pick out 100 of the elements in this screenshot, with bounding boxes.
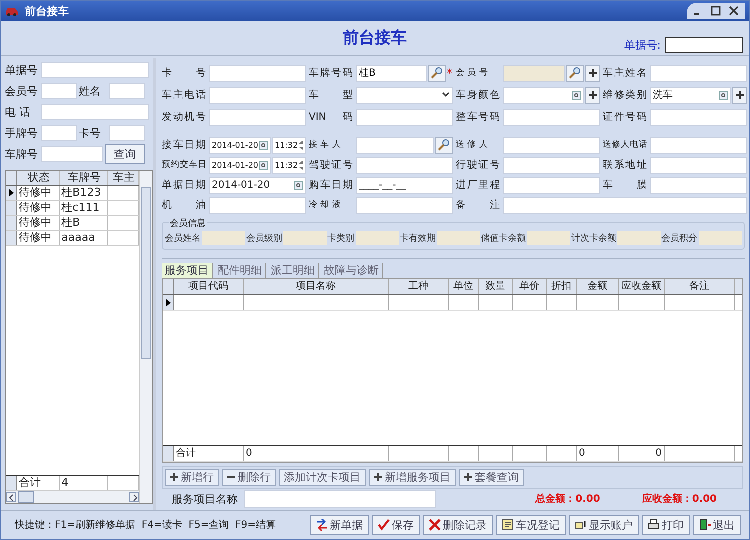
lookup-button[interactable] (566, 64, 584, 82)
text-field[interactable] (109, 125, 145, 141)
time-field[interactable]: 11:32 (272, 136, 306, 154)
doc-number-field[interactable] (665, 37, 743, 53)
table-cell: 桂B (60, 216, 108, 230)
text-field[interactable] (650, 64, 747, 82)
field-label: 预约交车日 (162, 159, 206, 171)
text-field[interactable] (503, 108, 600, 126)
readonly-field (698, 231, 742, 245)
text-field[interactable] (503, 196, 747, 214)
action-button[interactable]: 删除记录 (423, 515, 493, 535)
plus-icon (588, 69, 596, 77)
field-label: 车牌号 (5, 146, 39, 162)
text-field[interactable] (41, 125, 77, 141)
field-label: 证件号码 (603, 111, 647, 124)
text-field[interactable] (650, 156, 747, 174)
grid-button[interactable]: 添加计次卡项目 (279, 468, 366, 486)
text-field[interactable] (209, 196, 306, 214)
pointer-icon (166, 298, 170, 306)
text-field[interactable] (650, 136, 747, 154)
date-field[interactable]: 2014-01-20 (209, 156, 271, 174)
grid-button[interactable]: 套餐查询 (459, 468, 524, 486)
grid-button[interactable]: 删除行 (222, 468, 276, 486)
dropdown-field[interactable]: 洗车 (650, 86, 731, 104)
scrollbar-thumb[interactable] (18, 491, 34, 503)
field-label: 备 注 (456, 198, 500, 212)
plus-icon (170, 473, 178, 482)
dropdown-field[interactable] (503, 86, 584, 104)
text-field[interactable] (503, 176, 600, 194)
action-button[interactable]: 打印 (642, 515, 690, 535)
dropdown-field[interactable]: 2014-01-20 (209, 176, 306, 194)
text-field[interactable] (41, 146, 103, 162)
text-field[interactable] (109, 83, 145, 99)
text-field[interactable] (209, 64, 306, 82)
action-button[interactable]: 新单据 (310, 515, 369, 535)
grid-button[interactable]: 新增服务项目 (369, 468, 456, 486)
query-button[interactable]: 查询 (105, 144, 145, 164)
required-mark: * (447, 66, 453, 80)
pointer-icon (8, 189, 14, 197)
field-label: 行驶证号 (456, 158, 500, 172)
scrollbar-thumb[interactable] (141, 187, 151, 359)
add-button[interactable] (585, 86, 600, 104)
caret-icon (442, 92, 450, 98)
text-field[interactable] (650, 176, 747, 194)
plus-icon (374, 473, 382, 482)
maximize-icon[interactable] (711, 6, 721, 16)
dropdown-field[interactable] (356, 86, 453, 104)
readonly-field (527, 231, 570, 245)
action-button[interactable]: 车况登记 (496, 515, 566, 535)
spin-icon (294, 180, 303, 190)
text-field[interactable] (41, 62, 149, 78)
text-field[interactable] (356, 108, 453, 126)
text-field[interactable] (209, 108, 306, 126)
vertical-scrollbar[interactable] (139, 171, 152, 503)
add-button[interactable] (585, 64, 600, 82)
row-indicator[interactable] (6, 186, 17, 200)
table-cell: 桂B123 (60, 186, 108, 200)
text-field[interactable] (209, 86, 306, 104)
door-icon (699, 519, 711, 531)
action-button[interactable]: 保存 (372, 515, 420, 535)
date-field[interactable]: 2014-01-20 (209, 136, 271, 154)
field-label: 会员积分 (662, 232, 698, 244)
text-field[interactable] (503, 136, 600, 154)
text-field[interactable] (41, 104, 149, 120)
lookup-button[interactable] (435, 136, 453, 154)
search-icon (569, 67, 581, 79)
lookup-button[interactable] (428, 64, 446, 82)
add-button[interactable] (732, 86, 747, 104)
field-label: 车 型 (309, 88, 353, 102)
document-icon (502, 519, 514, 531)
action-button[interactable]: 退出 (693, 515, 741, 535)
tab[interactable]: 服务项目 (162, 263, 213, 278)
text-field[interactable] (356, 196, 453, 214)
field-label: 手牌号 (5, 126, 39, 140)
text-field[interactable] (356, 156, 453, 174)
readonly-field (202, 231, 246, 245)
text-field[interactable] (41, 83, 77, 99)
time-field[interactable]: 11:32 (272, 156, 306, 174)
text-field[interactable] (244, 490, 436, 508)
text-field[interactable]: 桂B (356, 64, 427, 82)
text-field[interactable] (503, 64, 565, 82)
window-title: 前台接车 (25, 4, 69, 18)
field-label: 会员号 (5, 84, 39, 98)
text-field[interactable] (356, 136, 434, 154)
horizontal-scrollbar[interactable] (6, 491, 139, 503)
action-button[interactable]: 显示账户 (569, 515, 639, 535)
field-label: 冷 却 液 (309, 199, 342, 211)
empty-row[interactable] (163, 295, 742, 311)
field-label: 接 车 人 (309, 139, 342, 151)
column-header: 应收金额 (619, 279, 665, 294)
readonly-field (617, 231, 661, 245)
text-field[interactable] (503, 156, 600, 174)
column-header: 金额 (577, 279, 619, 294)
text-field[interactable] (650, 108, 747, 126)
grid-button[interactable]: 新增行 (165, 468, 219, 486)
text-field[interactable]: ____-__-__ (356, 176, 453, 194)
close-icon[interactable] (729, 6, 739, 16)
left-arrow-icon[interactable] (6, 492, 16, 502)
spin-icon (259, 140, 268, 150)
readonly-field (356, 231, 399, 245)
